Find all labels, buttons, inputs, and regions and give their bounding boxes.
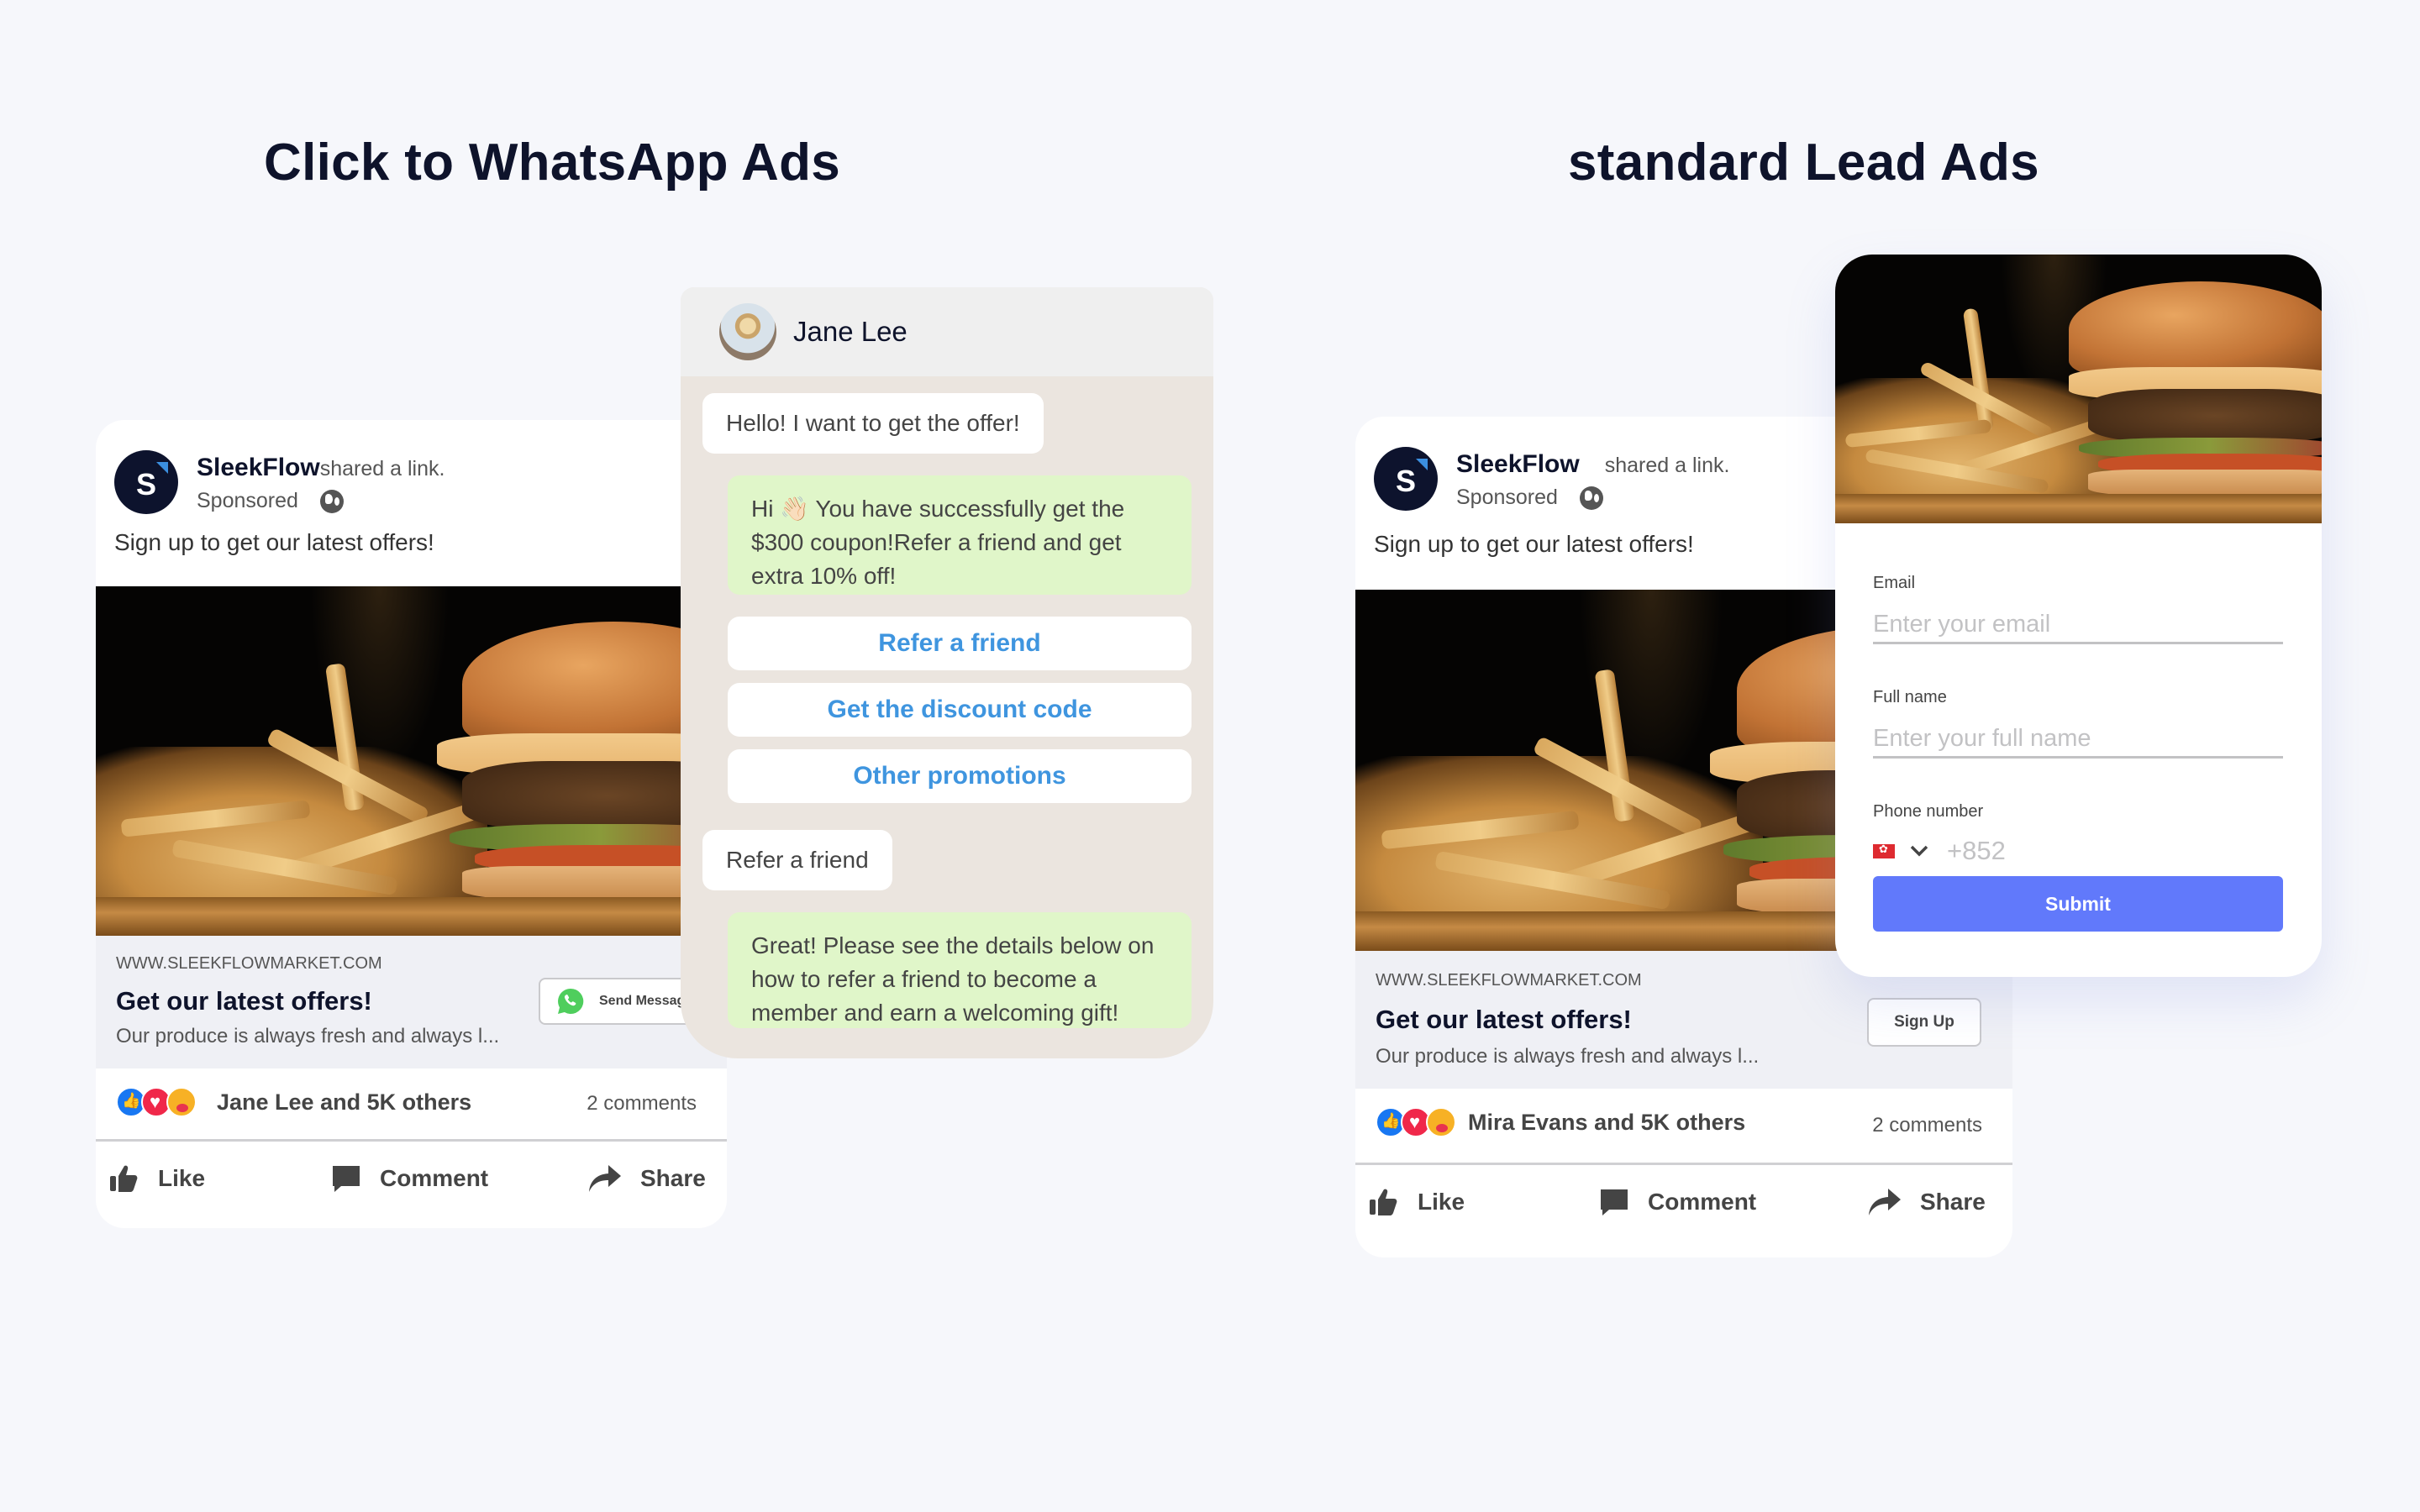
outgoing-message: Great! Please see the details below on h…	[728, 912, 1192, 1028]
full-name-label: Full name	[1873, 688, 1947, 706]
send-message-label: Send Message	[599, 994, 693, 1008]
quick-reply-refer-a-friend[interactable]: Refer a friend	[728, 617, 1192, 670]
share-button[interactable]: Share	[1868, 1188, 1986, 1216]
like-button[interactable]: Like	[109, 1164, 205, 1193]
share-icon	[1869, 1189, 1901, 1215]
incoming-message: Refer a friend	[702, 830, 892, 890]
link-headline: Get our latest offers!	[116, 986, 372, 1016]
share-label: Share	[1920, 1189, 1986, 1215]
contact-avatar[interactable]	[719, 303, 776, 360]
lead-form-card: Email Full name Phone number Submit	[1835, 255, 2322, 977]
outgoing-message: Hi 👋🏻 You have successfully get the $300…	[728, 475, 1192, 595]
thumbs-up-icon	[110, 1165, 138, 1192]
email-input[interactable]	[1873, 607, 2283, 644]
shared-link-text: shared a link.	[1604, 454, 1730, 477]
comment-icon	[333, 1166, 360, 1192]
post-text: Sign up to get our latest offers!	[114, 529, 434, 555]
chevron-down-icon	[1910, 845, 1928, 857]
post-header: S SleekFlow shared a link. Sponsored	[114, 450, 445, 514]
reactions-summary[interactable]: Jane Lee and 5K others	[116, 1087, 471, 1117]
link-description: Our produce is always fresh and always l…	[1376, 1045, 1760, 1068]
comment-button[interactable]: Comment	[1599, 1188, 1756, 1216]
sponsored-label: Sponsored	[1456, 486, 1558, 509]
brand-name[interactable]: SleekFlow	[197, 454, 320, 482]
burger-fries-image	[1835, 255, 2322, 523]
phone-number-input[interactable]	[1947, 834, 2115, 868]
comment-button[interactable]: Comment	[331, 1164, 488, 1193]
reactions-text: Jane Lee and 5K others	[217, 1089, 472, 1115]
hong-kong-flag-icon	[1873, 843, 1895, 858]
divider	[96, 1139, 727, 1142]
globe-icon	[319, 489, 344, 513]
share-button[interactable]: Share	[588, 1164, 706, 1193]
like-label: Like	[158, 1165, 206, 1191]
divider	[1355, 1163, 2012, 1165]
link-domain: WWW.SLEEKFLOWMARKET.COM	[116, 954, 382, 973]
whatsapp-ad-post-card: S SleekFlow shared a link. Sponsored Sig…	[96, 420, 727, 1228]
share-icon	[589, 1165, 621, 1192]
link-headline: Get our latest offers!	[1376, 1005, 1632, 1034]
country-code-select[interactable]	[1873, 843, 1928, 858]
brand-avatar[interactable]: S	[114, 450, 178, 514]
reactions-text: Mira Evans and 5K others	[1468, 1109, 1746, 1135]
link-preview[interactable]: WWW.SLEEKFLOWMARKET.COM Get our latest o…	[96, 936, 727, 1068]
thumbs-up-icon	[1370, 1189, 1397, 1215]
reactions-summary[interactable]: Mira Evans and 5K others	[1376, 1107, 1745, 1137]
comment-icon	[1601, 1189, 1628, 1215]
section-title-lead-ads: standard Lead Ads	[1568, 134, 2039, 192]
shared-link-text: shared a link.	[319, 457, 445, 480]
care-reaction-icon	[1426, 1107, 1456, 1137]
post-header: S SleekFlow shared a link. Sponsored	[1374, 447, 1729, 511]
phone-number-row	[1873, 834, 2115, 868]
avatar-accent-icon	[156, 462, 168, 474]
chat-header: Jane Lee	[681, 287, 1213, 376]
incoming-message: Hello! I want to get the offer!	[702, 393, 1044, 454]
comments-count[interactable]: 2 comments	[587, 1092, 697, 1116]
sponsored-label: Sponsored	[197, 489, 298, 512]
burger-fries-image[interactable]	[96, 586, 727, 936]
section-title-click-to-whatsapp: Click to WhatsApp Ads	[264, 134, 841, 192]
quick-reply-discount-code[interactable]: Get the discount code	[728, 683, 1192, 737]
full-name-input[interactable]	[1873, 722, 2283, 759]
share-label: Share	[640, 1165, 706, 1191]
like-label: Like	[1418, 1189, 1465, 1215]
sign-up-button[interactable]: Sign Up	[1867, 998, 1981, 1047]
avatar-letter: S	[1395, 464, 1416, 498]
brand-name[interactable]: SleekFlow	[1456, 450, 1580, 479]
whatsapp-chat-panel: Jane Lee Hello! I want to get the offer!…	[681, 287, 1213, 1058]
avatar-letter: S	[135, 467, 156, 501]
comment-label: Comment	[1648, 1189, 1757, 1215]
care-reaction-icon	[166, 1087, 197, 1117]
globe-icon	[1579, 486, 1603, 510]
brand-avatar[interactable]: S	[1374, 447, 1438, 511]
comment-label: Comment	[380, 1165, 489, 1191]
whatsapp-icon	[558, 988, 584, 1014]
quick-reply-other-promotions[interactable]: Other promotions	[728, 749, 1192, 803]
post-text: Sign up to get our latest offers!	[1374, 531, 1694, 557]
like-button[interactable]: Like	[1369, 1188, 1465, 1216]
link-domain: WWW.SLEEKFLOWMARKET.COM	[1376, 971, 1642, 990]
comments-count[interactable]: 2 comments	[1872, 1114, 1982, 1137]
avatar-accent-icon	[1416, 459, 1428, 470]
phone-number-label: Phone number	[1873, 802, 1984, 821]
email-label: Email	[1873, 574, 1916, 592]
link-description: Our produce is always fresh and always l…	[116, 1025, 500, 1047]
submit-button[interactable]: Submit	[1873, 876, 2283, 932]
contact-name: Jane Lee	[793, 316, 908, 347]
